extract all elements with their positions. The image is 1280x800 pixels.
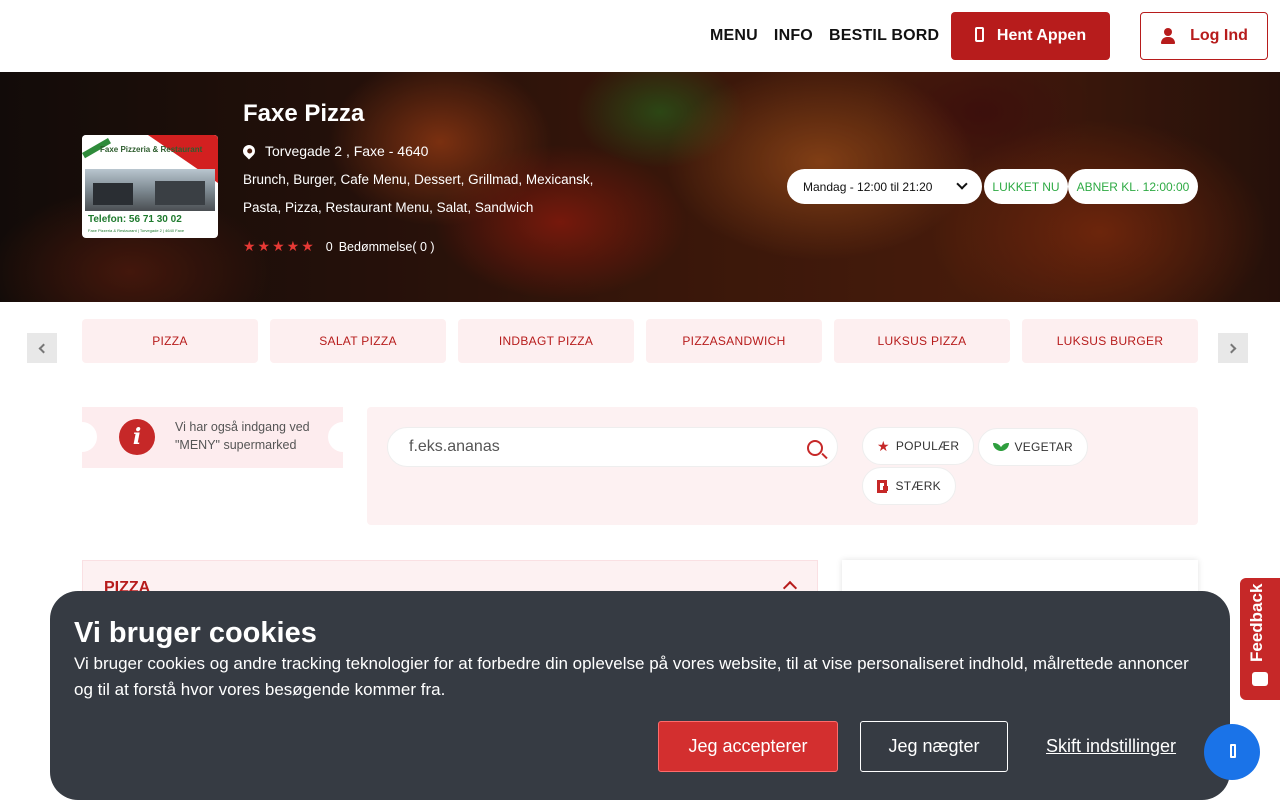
- status-badge: LUKKET NU: [984, 169, 1068, 204]
- cuisine-list: Brunch, Burger, Cafe Menu, Dessert, Gril…: [243, 172, 594, 215]
- rating-stars-icon: ★★★★★: [243, 238, 316, 254]
- rating-label: Bedømmelse( 0 ): [338, 239, 435, 254]
- location-pin-icon: [240, 142, 258, 160]
- cookie-text: Vi bruger cookies og andre tracking tekn…: [74, 654, 1189, 699]
- storefront-photo: [85, 169, 215, 211]
- search-panel: ★ POPULÆR VEGETAR STÆRK: [367, 407, 1198, 525]
- rating-row: ★★★★★ 0 Bedømmelse( 0 ): [243, 238, 435, 255]
- category-prev-button[interactable]: [27, 333, 57, 363]
- logo-small-text: Faxe Pizzeria & Restaurant | Torvegade 2…: [88, 228, 185, 233]
- feedback-tab[interactable]: Feedback: [1240, 578, 1280, 700]
- leaf-icon: [993, 442, 1010, 452]
- logo-phone: Telefon: 56 71 30 02: [88, 214, 182, 225]
- category-tab-indbagt-pizza[interactable]: INDBAGT PIZZA: [458, 319, 634, 363]
- restaurant-logo: Faxe Pizzeria & Restaurant Telefon: 56 7…: [82, 135, 218, 238]
- main-nav: MENU INFO BESTIL BORD: [710, 0, 955, 72]
- category-tab-luksus-pizza[interactable]: LUKSUS PIZZA: [834, 319, 1010, 363]
- cookie-deny-button[interactable]: Jeg nægter: [860, 721, 1008, 772]
- category-tab-luksus-burger[interactable]: LUKSUS BURGER: [1022, 319, 1198, 363]
- restaurant-address: Torvegade 2 , Faxe - 4640: [240, 142, 429, 160]
- category-next-button[interactable]: [1218, 333, 1248, 363]
- filter-popular-label: POPULÆR: [895, 439, 960, 453]
- get-app-label: Hent Appen: [996, 27, 1087, 44]
- chat-icon: [1230, 744, 1236, 758]
- address-text: Torvegade 2 , Faxe - 4640: [265, 143, 429, 159]
- restaurant-name: Faxe Pizza: [243, 100, 365, 127]
- filter-vegetarian-label: VEGETAR: [1014, 440, 1073, 454]
- nav-book-table-link[interactable]: BESTIL BORD: [829, 27, 939, 45]
- login-label: Log Ind: [1190, 27, 1248, 44]
- search-input[interactable]: [409, 438, 789, 456]
- filter-popular-button[interactable]: ★ POPULÆR: [862, 427, 974, 465]
- cookie-banner: Vi bruger cookies Vi bruger cookies og a…: [50, 591, 1230, 800]
- phone-icon: [974, 26, 984, 42]
- chat-bubble-icon: [1252, 672, 1268, 686]
- chevron-left-icon: [38, 343, 49, 353]
- category-tab-salat-pizza[interactable]: SALAT PIZZA: [270, 319, 446, 363]
- cookie-accept-button[interactable]: Jeg accepterer: [658, 721, 838, 772]
- info-icon: i: [119, 419, 155, 455]
- info-notice: i Vi har også indgang ved "MENY" superma…: [67, 407, 358, 468]
- logo-title: Faxe Pizzeria & Restaurant: [100, 145, 203, 154]
- user-icon: [1160, 28, 1176, 44]
- filter-strong-label: STÆRK: [895, 479, 941, 493]
- chat-widget-button[interactable]: [1204, 724, 1260, 780]
- rating-value: 0: [325, 239, 333, 254]
- cookie-title: Vi bruger cookies: [74, 617, 317, 649]
- cookie-settings-link[interactable]: Skift indstillinger: [1046, 736, 1176, 757]
- chevron-down-icon: [956, 178, 968, 190]
- star-icon: ★: [877, 437, 890, 454]
- nav-menu-link[interactable]: MENU: [710, 27, 758, 45]
- top-header: MENU INFO BESTIL BORD Hent Appen Log Ind: [0, 0, 1280, 72]
- category-tab-pizzasandwich[interactable]: PIZZASANDWICH: [646, 319, 822, 363]
- opens-at-badge: ABNER KL. 12:00:00: [1068, 169, 1198, 204]
- nav-info-link[interactable]: INFO: [774, 27, 813, 45]
- chili-icon: [877, 479, 889, 493]
- get-app-button[interactable]: Hent Appen: [951, 12, 1110, 60]
- category-tab-pizza[interactable]: PIZZA: [82, 319, 258, 363]
- feedback-label: Feedback: [1247, 583, 1266, 662]
- chevron-right-icon: [1226, 343, 1237, 353]
- login-button[interactable]: Log Ind: [1140, 12, 1268, 60]
- info-notice-text: Vi har også indgang ved "MENY" supermark…: [175, 420, 310, 452]
- filter-strong-button[interactable]: STÆRK: [862, 467, 956, 505]
- filter-vegetarian-button[interactable]: VEGETAR: [978, 428, 1088, 466]
- search-icon[interactable]: [807, 440, 823, 456]
- opening-hours-select[interactable]: Mandag - 12:00 til 21:20: [787, 169, 982, 204]
- opening-hours-value: Mandag - 12:00 til 21:20: [803, 179, 933, 194]
- search-field: [387, 427, 838, 467]
